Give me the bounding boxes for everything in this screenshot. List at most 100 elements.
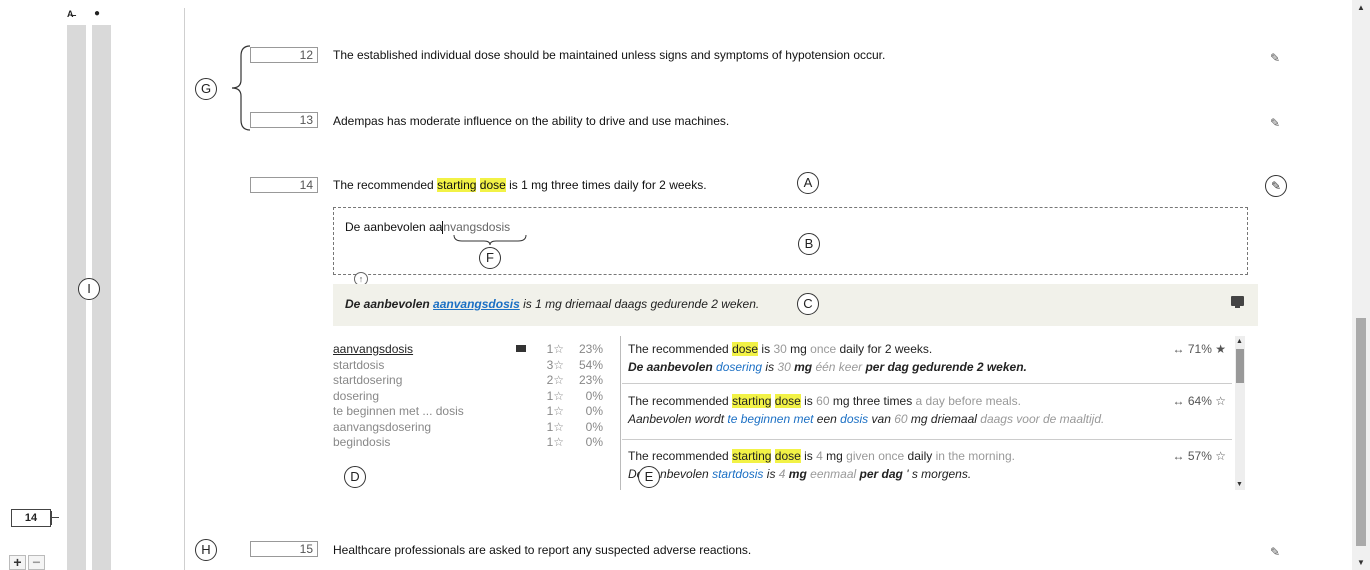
term-stars[interactable]: 1☆: [538, 435, 564, 449]
term-stars[interactable]: 2☆: [538, 373, 564, 387]
scroll-up-icon[interactable]: ▲: [1236, 338, 1243, 345]
monitor-icon: [516, 345, 526, 352]
mt-rest-text: is 1 mg driemaal daags gedurende 2 weken…: [519, 297, 760, 311]
tm-fragment: te beginnen met: [727, 412, 814, 426]
term-percent: 0%: [585, 388, 603, 403]
zoom-out-button[interactable]: −: [28, 555, 45, 570]
tm-fragment: is: [763, 467, 779, 481]
tm-fragment: mg: [790, 360, 816, 374]
term-stars[interactable]: 1☆: [538, 389, 564, 403]
annotation-f: F: [479, 247, 501, 269]
left-col1-header[interactable]: A̶: [67, 9, 74, 19]
tm-score[interactable]: ↔ 71% ★: [1173, 342, 1226, 356]
current-segment-number: 14: [11, 509, 51, 527]
term-row[interactable]: begindosis 1☆ 0%: [333, 435, 608, 451]
tm-fragment: mg three times: [829, 394, 916, 408]
tm-fragment: mg driemaal: [907, 412, 981, 426]
annotation-b: B: [798, 233, 820, 255]
panel-divider: [184, 8, 185, 570]
scroll-down-icon[interactable]: ▼: [1236, 481, 1243, 488]
autocomplete-suggestion[interactable]: nvangsdosis: [443, 220, 510, 234]
tm-fragment: dosis: [840, 412, 869, 426]
source-text-part: The recommended: [333, 178, 438, 192]
segment-source-text[interactable]: Healthcare professionals are asked to re…: [333, 543, 751, 557]
scroll-thumb[interactable]: [1236, 349, 1244, 383]
main-scrollbar[interactable]: ▲ ▼: [1352, 0, 1370, 570]
scroll-down-icon[interactable]: ▼: [1357, 558, 1365, 567]
tm-fragment: ' s morgens.: [906, 467, 972, 481]
mt-term-link[interactable]: aanvangsdosis: [433, 297, 520, 311]
termbase-list: aanvangsdosis 1☆ 23% startdosis 3☆ 54% start…: [333, 342, 608, 451]
tm-source: The recommended starting dose is 60 mg t…: [628, 394, 1021, 408]
tm-fragment: mg: [786, 342, 811, 356]
segment-source-text[interactable]: Adempas has moderate influence on the ab…: [333, 114, 729, 128]
tm-fragment: daags voor de maaltijd.: [980, 412, 1105, 426]
tm-match[interactable]: The recommended dose is 30 mg once daily…: [628, 342, 1226, 380]
term-text[interactable]: aanvangsdosis: [333, 342, 413, 356]
machine-translation-text[interactable]: De aanbevolen aanvangsdosis is 1 mg drie…: [345, 297, 759, 311]
tm-fragment: The recommended: [628, 449, 733, 463]
segment-number-box[interactable]: 12: [250, 47, 318, 63]
tm-match[interactable]: The recommended starting dose is 4 mg gi…: [628, 449, 1226, 487]
tm-fragment: is: [800, 394, 817, 408]
term-percent: 0%: [585, 419, 603, 434]
term-row[interactable]: te beginnen met ... dosis 1☆ 0%: [333, 404, 608, 420]
scroll-thumb[interactable]: [1356, 318, 1366, 546]
tm-fragment: mg: [822, 449, 847, 463]
term-stars[interactable]: 1☆: [538, 342, 564, 356]
segment-tick: [51, 511, 59, 525]
tm-fragment: daily: [904, 449, 936, 463]
term-text[interactable]: startdosering: [333, 373, 402, 387]
tm-score[interactable]: ↔ 64% ☆: [1173, 394, 1226, 408]
term-stars[interactable]: 3☆: [538, 358, 564, 372]
segment-number-box[interactable]: 15: [250, 541, 318, 557]
term-text[interactable]: aanvangsdosering: [333, 420, 431, 434]
term-text[interactable]: startdosis: [333, 358, 384, 372]
scroll-up-icon[interactable]: ▲: [1357, 3, 1365, 12]
term-row[interactable]: aanvangsdosering 1☆ 0%: [333, 420, 608, 436]
tm-score[interactable]: ↔ 57% ☆: [1173, 449, 1226, 463]
term-stars[interactable]: 1☆: [538, 404, 564, 418]
tm-scrollbar[interactable]: ▲ ▼: [1235, 336, 1245, 490]
edit-pencil-icon-active[interactable]: ✎: [1265, 175, 1287, 197]
tm-fragment: is: [800, 449, 817, 463]
translation-editor[interactable]: De aanbevolen aanvangsdosis F B: [333, 207, 1248, 275]
tm-match[interactable]: The recommended starting dose is 60 mg t…: [628, 394, 1226, 432]
machine-translation-row[interactable]: De aanbevolen aanvangsdosis is 1 mg drie…: [333, 284, 1258, 326]
left-col2-header[interactable]: ●: [94, 8, 100, 19]
tm-fragment: is: [762, 360, 778, 374]
segment-number-box[interactable]: 14: [250, 177, 318, 193]
segment-source-text[interactable]: The recommended starting dose is 1 mg th…: [333, 178, 707, 192]
term-row[interactable]: dosering 1☆ 0%: [333, 389, 608, 405]
segment-source-text[interactable]: The established individual dose should b…: [333, 48, 885, 62]
edit-pencil-icon[interactable]: ✎: [1270, 116, 1280, 130]
edit-pencil-icon[interactable]: ✎: [1270, 545, 1280, 559]
panel-divider: [620, 336, 621, 490]
annotation-a: A: [797, 172, 819, 194]
tm-fragment: per dag gedurende 2 weken.: [862, 360, 1027, 374]
zoom-in-button[interactable]: +: [9, 555, 26, 570]
tm-fragment: given once: [846, 449, 905, 463]
tm-fragment: 30: [773, 342, 787, 356]
term-percent: 0%: [585, 404, 603, 418]
term-text[interactable]: dosering: [333, 389, 379, 403]
tm-fragment: dose: [732, 342, 759, 356]
term-stars[interactable]: 1☆: [538, 420, 564, 434]
divider: [622, 383, 1232, 384]
edit-pencil-icon[interactable]: ✎: [1270, 51, 1280, 65]
term-row[interactable]: startdosering 2☆ 23%: [333, 373, 608, 389]
tm-fragment: één keer: [815, 360, 863, 374]
term-text[interactable]: te beginnen met ... dosis: [333, 404, 464, 418]
tm-fragment: mg: [785, 467, 811, 481]
highlighted-term[interactable]: dose: [479, 178, 506, 192]
monitor-icon[interactable]: [1231, 296, 1244, 308]
tm-fragment: 30: [777, 360, 791, 374]
tm-fragment: dosering: [716, 360, 763, 374]
term-row[interactable]: startdosis 3☆ 54%: [333, 358, 608, 374]
term-row[interactable]: aanvangsdosis 1☆ 23%: [333, 342, 608, 358]
term-text[interactable]: begindosis: [333, 435, 390, 449]
segment-number-box[interactable]: 13: [250, 112, 318, 128]
highlighted-term[interactable]: starting: [437, 178, 477, 192]
tm-target: De aanbevolen dosering is 30 mg één keer…: [628, 360, 1027, 374]
tm-fragment: van: [868, 412, 895, 426]
